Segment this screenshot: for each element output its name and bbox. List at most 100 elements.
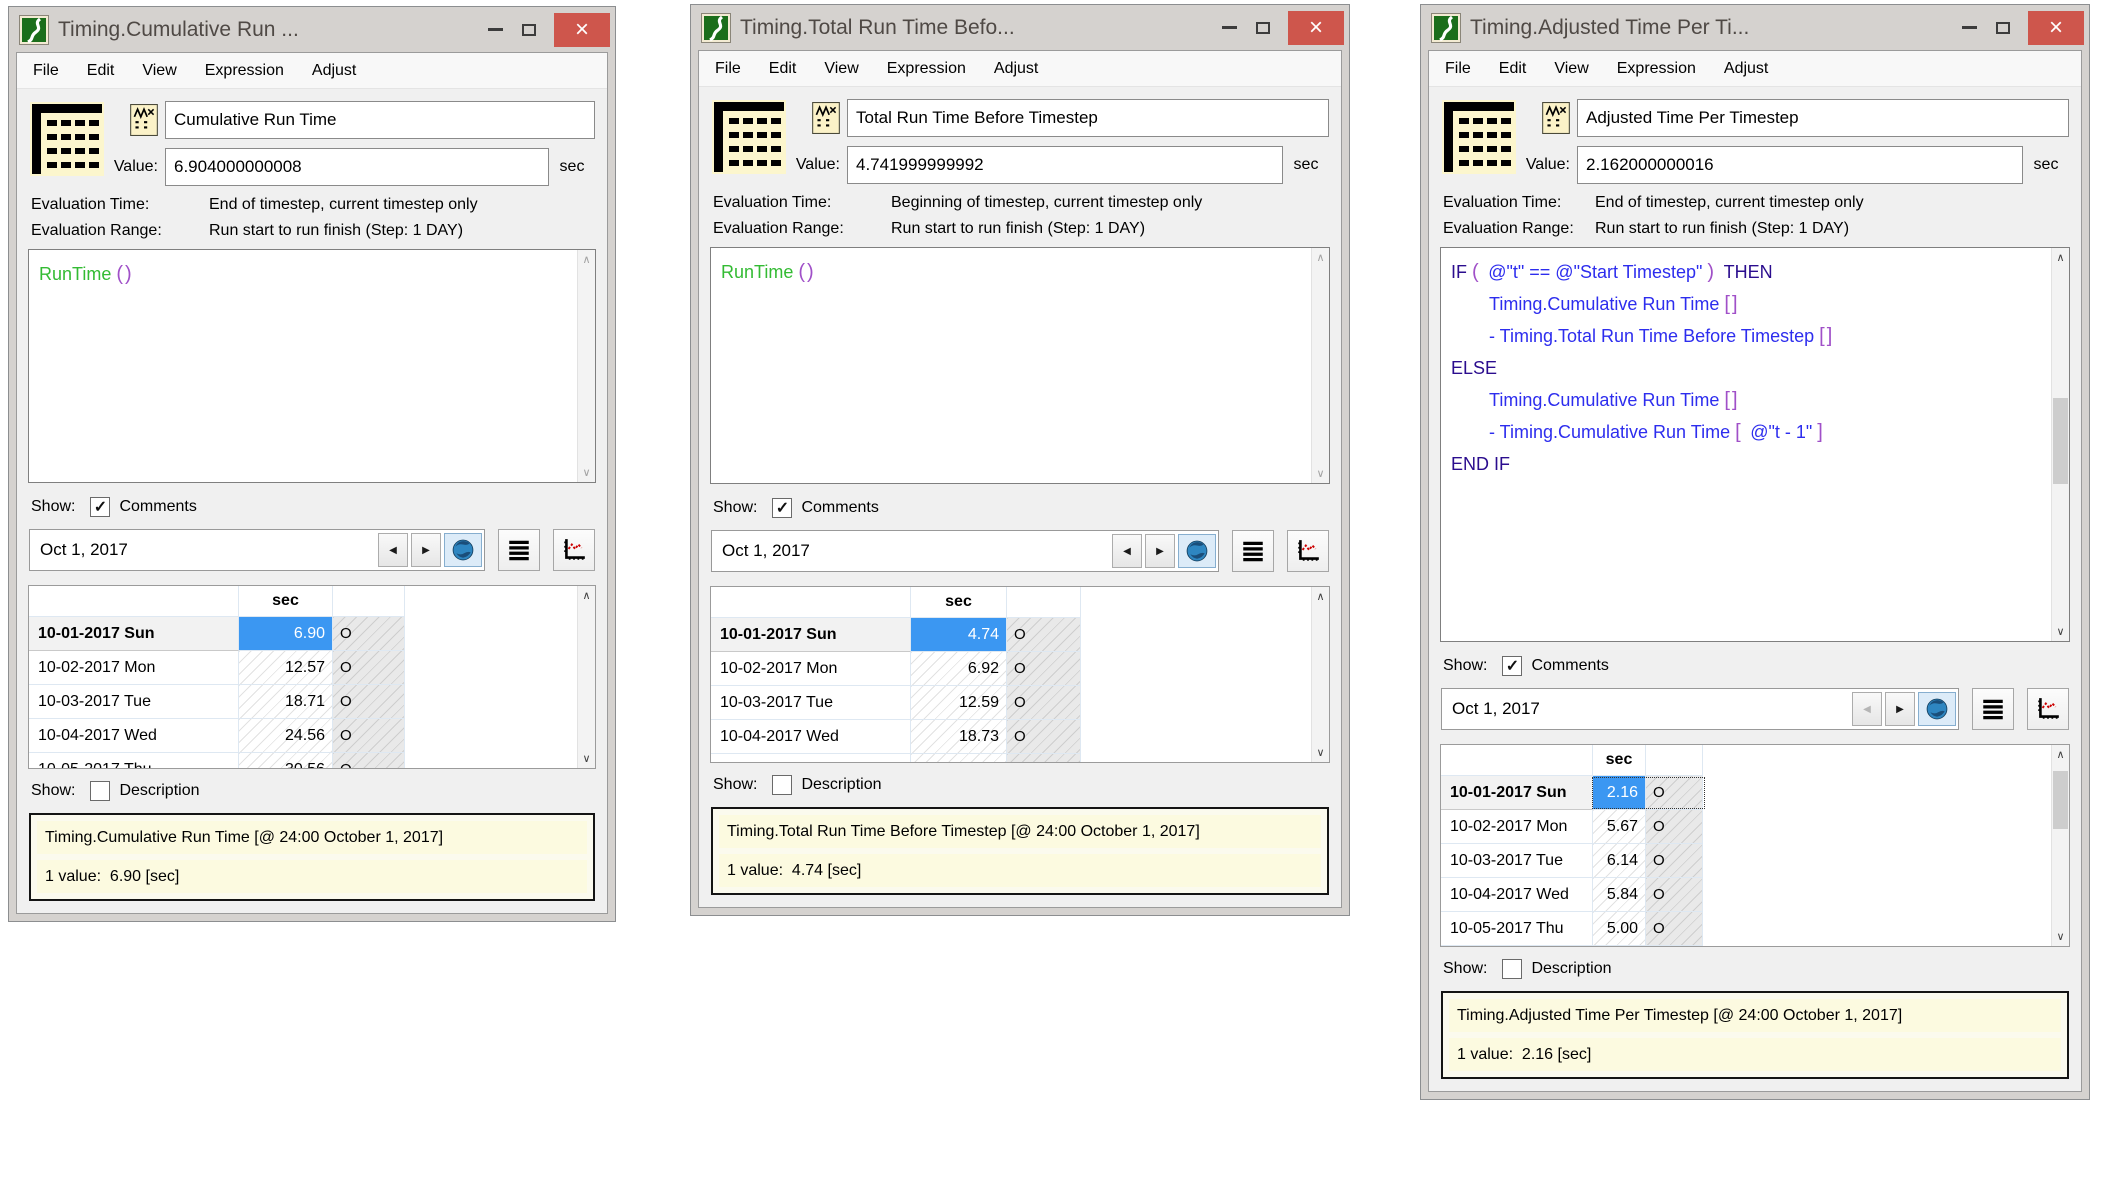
comments-checkbox[interactable]: ✓ [90,497,110,517]
scroll-up-icon[interactable]: ∧ [1312,590,1329,603]
value-cell[interactable]: 5.84 [1593,878,1646,912]
expression-scrollbar[interactable]: ∧∨ [577,250,595,482]
scroll-down-icon[interactable]: ∨ [2052,625,2069,638]
value-cell[interactable]: 12.59 [911,686,1007,720]
titlebar[interactable]: Timing.Cumulative Run ... × [9,7,615,52]
scroll-up-icon[interactable]: ∧ [1312,251,1329,264]
menu-adjust[interactable]: Adjust [1724,60,1768,78]
maximize-button[interactable] [512,15,546,45]
scrollbar-thumb[interactable] [2053,398,2068,484]
table-row[interactable]: 10-03-2017 Tue18.71O [29,685,577,719]
globe-button[interactable] [1178,534,1216,568]
date-selector[interactable]: Oct 1, 2017 ◀ ▶ [711,530,1219,572]
plot-view-button[interactable] [2027,688,2069,730]
value-input[interactable] [1577,146,2023,184]
list-view-button[interactable] [1232,530,1274,572]
menu-edit[interactable]: Edit [87,62,115,80]
table-row[interactable]: 10-01-2017 Sun4.74O [711,618,1311,652]
value-cell[interactable]: 5.67 [1593,810,1646,844]
prev-timestep-button[interactable]: ◀ [1852,692,1882,726]
date-selector[interactable]: Oct 1, 2017 ◀ ▶ [29,529,485,571]
expression-scrollbar[interactable]: ∧∨ [2051,248,2069,641]
value-input[interactable] [165,148,549,186]
slot-name-input[interactable] [165,101,595,139]
menu-edit[interactable]: Edit [769,60,797,78]
table-row[interactable]: 10-02-2017 Mon5.67O [1441,810,2051,844]
globe-button[interactable] [444,533,482,567]
slot-name-input[interactable] [847,99,1329,137]
expression-editor[interactable]: IF ( @"t" == @"Start Timestep" ) THEN Ti… [1440,247,2070,642]
minimize-button[interactable] [1212,13,1246,43]
menu-adjust[interactable]: Adjust [994,60,1038,78]
menu-file[interactable]: File [1445,60,1471,78]
plot-view-button[interactable] [553,529,595,571]
menu-edit[interactable]: Edit [1499,60,1527,78]
plot-view-button[interactable] [1287,530,1329,572]
table-scrollbar[interactable]: ∧∨ [2051,745,2069,946]
scroll-down-icon[interactable]: ∨ [2052,930,2069,943]
slot-name-input[interactable] [1577,99,2069,137]
table-scrollbar[interactable]: ∧∨ [1311,587,1329,762]
scroll-down-icon[interactable]: ∨ [1312,746,1329,759]
value-cell-selected[interactable]: 6.90 [239,617,333,651]
value-cell-selected[interactable]: 2.16 [1593,776,1646,810]
prev-timestep-button[interactable]: ◀ [378,533,408,567]
table-scrollbar[interactable]: ∧∨ [577,586,595,768]
value-cell[interactable]: 18.73 [911,720,1007,754]
value-cell[interactable]: 18.71 [239,685,333,719]
maximize-button[interactable] [1986,13,2020,43]
next-timestep-button[interactable]: ▶ [1145,534,1175,568]
minimize-button[interactable] [478,15,512,45]
comments-checkbox[interactable]: ✓ [1502,656,1522,676]
value-cell[interactable]: 6.92 [911,652,1007,686]
menu-expression[interactable]: Expression [1617,60,1696,78]
table-row[interactable]: 10-01-2017 Sun2.16O [1441,776,2051,810]
close-button[interactable]: × [554,13,610,47]
table-row[interactable]: 10-04-2017 Wed18.73O [711,720,1311,754]
table-row-partial[interactable]: 10-05-2017 Thu24.57O [711,754,1311,762]
scroll-down-icon[interactable]: ∨ [578,752,595,765]
menu-file[interactable]: File [715,60,741,78]
value-cell[interactable]: 24.57 [911,754,1007,762]
menu-view[interactable]: View [142,62,176,80]
maximize-button[interactable] [1246,13,1280,43]
expression-editor[interactable]: RunTime () ∧∨ [710,247,1330,484]
value-cell[interactable]: 24.56 [239,719,333,753]
description-checkbox[interactable] [90,781,110,801]
scroll-up-icon[interactable]: ∧ [578,253,595,266]
expression-editor[interactable]: RunTime () ∧∨ [28,249,596,483]
globe-button[interactable] [1918,692,1956,726]
minimize-button[interactable] [1952,13,1986,43]
close-button[interactable]: × [2028,11,2084,45]
list-view-button[interactable] [1972,688,2014,730]
value-cell[interactable]: 5.00 [1593,912,1646,946]
titlebar[interactable]: Timing.Total Run Time Befo... × [691,5,1349,50]
scroll-down-icon[interactable]: ∨ [1312,467,1329,480]
description-checkbox[interactable] [1502,959,1522,979]
menu-adjust[interactable]: Adjust [312,62,356,80]
prev-timestep-button[interactable]: ◀ [1112,534,1142,568]
next-timestep-button[interactable]: ▶ [411,533,441,567]
date-value[interactable]: Oct 1, 2017 [1444,699,1849,719]
table-row[interactable]: 10-02-2017 Mon12.57O [29,651,577,685]
menu-file[interactable]: File [33,62,59,80]
value-cell[interactable]: 30.56 [239,753,333,768]
date-selector[interactable]: Oct 1, 2017 ◀ ▶ [1441,688,1959,730]
value-cell-selected[interactable]: 4.74 [911,618,1007,652]
titlebar[interactable]: Timing.Adjusted Time Per Ti... × [1421,5,2089,50]
value-cell[interactable]: 6.14 [1593,844,1646,878]
menu-expression[interactable]: Expression [205,62,284,80]
scroll-down-icon[interactable]: ∨ [578,466,595,479]
table-row[interactable]: 10-03-2017 Tue12.59O [711,686,1311,720]
value-cell[interactable]: 12.57 [239,651,333,685]
comments-checkbox[interactable]: ✓ [772,498,792,518]
table-row[interactable]: 10-02-2017 Mon6.92O [711,652,1311,686]
scrollbar-thumb[interactable] [2053,771,2068,829]
scroll-up-icon[interactable]: ∧ [578,589,595,602]
scroll-up-icon[interactable]: ∧ [2052,251,2069,264]
table-row-partial[interactable]: 10-05-2017 Thu30.56O [29,753,577,768]
description-checkbox[interactable] [772,775,792,795]
list-view-button[interactable] [498,529,540,571]
menu-view[interactable]: View [1554,60,1588,78]
table-row[interactable]: 10-04-2017 Wed24.56O [29,719,577,753]
